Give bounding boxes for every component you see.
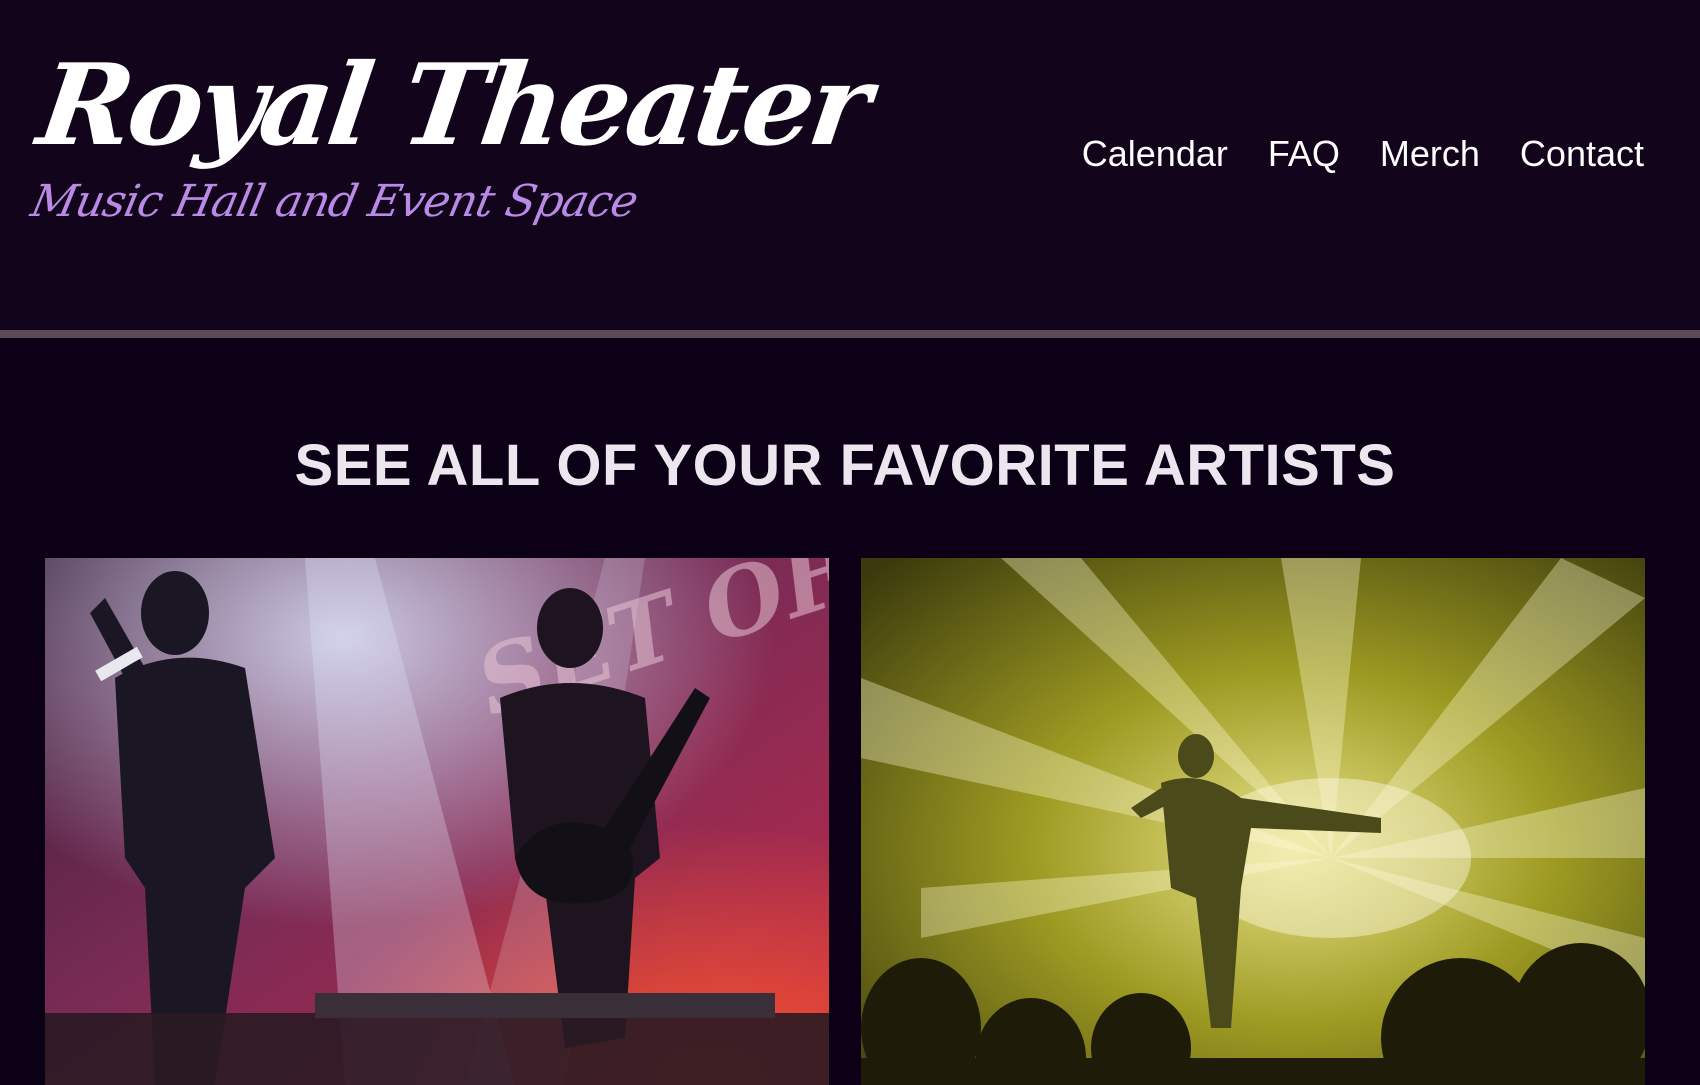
site-header: Royal Theater Music Hall and Event Space… xyxy=(0,0,1700,330)
logo-subtitle: Music Hall and Event Space xyxy=(26,176,642,227)
band-performance-photo: SET OFF xyxy=(45,558,829,1085)
nav-link-faq[interactable]: FAQ xyxy=(1268,132,1340,176)
nav-link-contact[interactable]: Contact xyxy=(1520,132,1644,176)
section-heading: SEE ALL OF YOUR FAVORITE ARTISTS xyxy=(294,433,1396,498)
main-nav: Calendar FAQ Merch Contact xyxy=(1082,132,1644,176)
nav-link-calendar[interactable]: Calendar xyxy=(1082,132,1228,176)
logo[interactable]: Royal Theater Music Hall and Event Space xyxy=(27,40,875,240)
concert-light-show-photo xyxy=(861,558,1645,1085)
logo-title: Royal Theater xyxy=(30,40,875,171)
nav-link-merch[interactable]: Merch xyxy=(1380,132,1480,176)
artist-gallery: SET OFF xyxy=(45,558,1645,1085)
header-divider xyxy=(0,330,1700,338)
